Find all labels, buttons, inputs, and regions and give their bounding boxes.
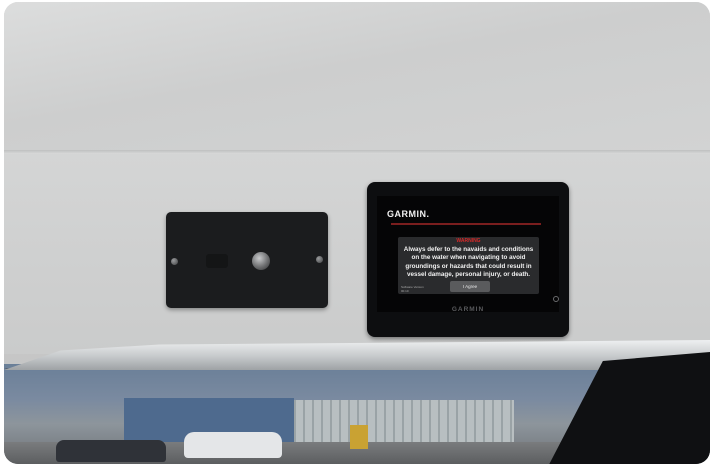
warning-accent-bar	[391, 223, 541, 225]
software-version: Software Version 00.10	[401, 285, 424, 293]
background-fence	[294, 400, 514, 444]
power-icon[interactable]	[553, 296, 559, 302]
photo-frame: GARMIN. WARNING Always defer to the nava…	[4, 2, 710, 464]
cabin-wall	[4, 154, 710, 354]
warning-message: Always defer to the navaids and conditio…	[403, 246, 534, 278]
switch-panel	[166, 212, 328, 308]
panel-label-plate	[206, 254, 228, 268]
parked-car-white	[184, 432, 282, 458]
screw-icon	[316, 256, 323, 263]
warning-title: WARNING	[456, 238, 481, 244]
screw-icon	[171, 258, 178, 265]
agree-button[interactable]: I Agree	[450, 281, 490, 292]
brand-logo-top: GARMIN.	[387, 209, 430, 219]
brand-logo-bottom: GARMIN	[451, 306, 485, 313]
yellow-container	[350, 425, 368, 449]
cabin-ceiling	[4, 2, 710, 152]
garmin-chartplotter: GARMIN. WARNING Always defer to the nava…	[367, 182, 569, 337]
knob-icon	[252, 252, 270, 270]
parked-car-dark	[56, 440, 166, 462]
